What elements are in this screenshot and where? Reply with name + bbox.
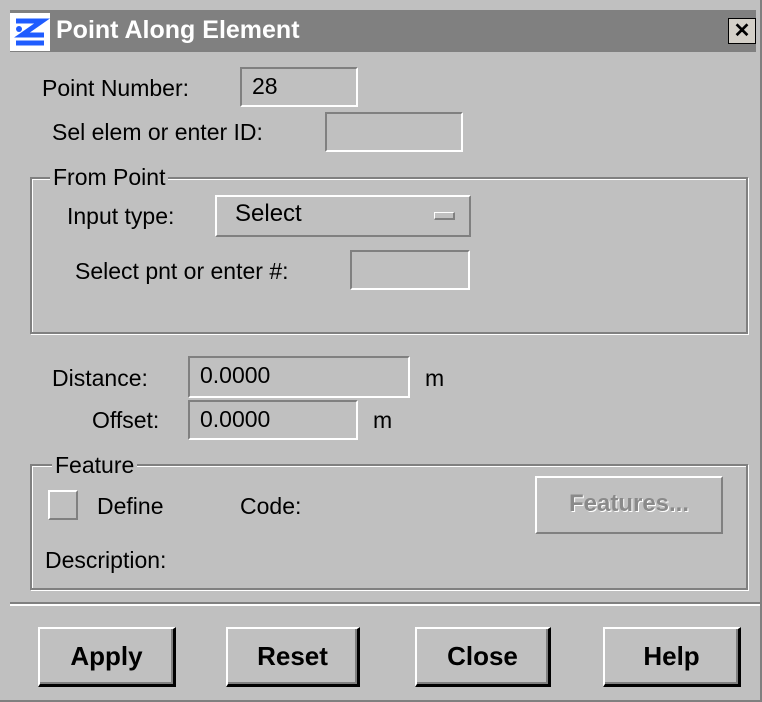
distance-label: Distance: <box>52 365 148 391</box>
point-number-field[interactable]: 28 <box>240 67 358 107</box>
close-window-button[interactable]: ✕ <box>728 18 756 44</box>
sel-elem-field[interactable] <box>325 112 463 152</box>
point-number-value: 28 <box>252 73 278 99</box>
offset-value: 0.0000 <box>200 406 271 432</box>
close-icon: ✕ <box>733 20 751 42</box>
dialog-window: Point Along Element ✕ Point Number: 28 S… <box>0 0 762 702</box>
define-checkbox[interactable] <box>48 490 78 520</box>
sel-elem-label: Sel elem or enter ID: <box>52 119 263 145</box>
description-label: Description: <box>45 547 167 573</box>
input-type-label: Input type: <box>67 203 175 229</box>
offset-label: Offset: <box>92 407 160 433</box>
offset-field[interactable]: 0.0000 <box>188 400 358 440</box>
distance-value: 0.0000 <box>200 362 271 388</box>
distance-unit: m <box>425 365 445 391</box>
apply-button[interactable]: Apply <box>38 627 176 687</box>
select-pnt-field[interactable] <box>350 250 470 290</box>
help-button[interactable]: Help <box>603 627 741 687</box>
close-button[interactable]: Close <box>415 627 551 687</box>
option-menu-indicator-icon <box>434 212 455 220</box>
distance-field[interactable]: 0.0000 <box>188 356 410 398</box>
input-type-dropdown[interactable]: Select <box>215 195 471 237</box>
offset-unit: m <box>373 407 393 433</box>
point-number-label: Point Number: <box>42 75 190 101</box>
app-logo-icon <box>10 13 50 51</box>
reset-button[interactable]: Reset <box>226 627 360 687</box>
code-label: Code: <box>240 493 302 519</box>
select-pnt-label: Select pnt or enter #: <box>75 258 289 284</box>
define-label: Define <box>97 493 164 519</box>
window-title: Point Along Element <box>56 16 300 44</box>
feature-group-title: Feature <box>52 452 138 478</box>
title-bar[interactable]: Point Along Element ✕ <box>10 10 756 52</box>
button-area-divider-highlight <box>10 604 760 606</box>
features-button[interactable]: Features... <box>535 476 723 534</box>
input-type-value: Select <box>235 200 302 227</box>
from-point-group-title: From Point <box>50 164 169 190</box>
